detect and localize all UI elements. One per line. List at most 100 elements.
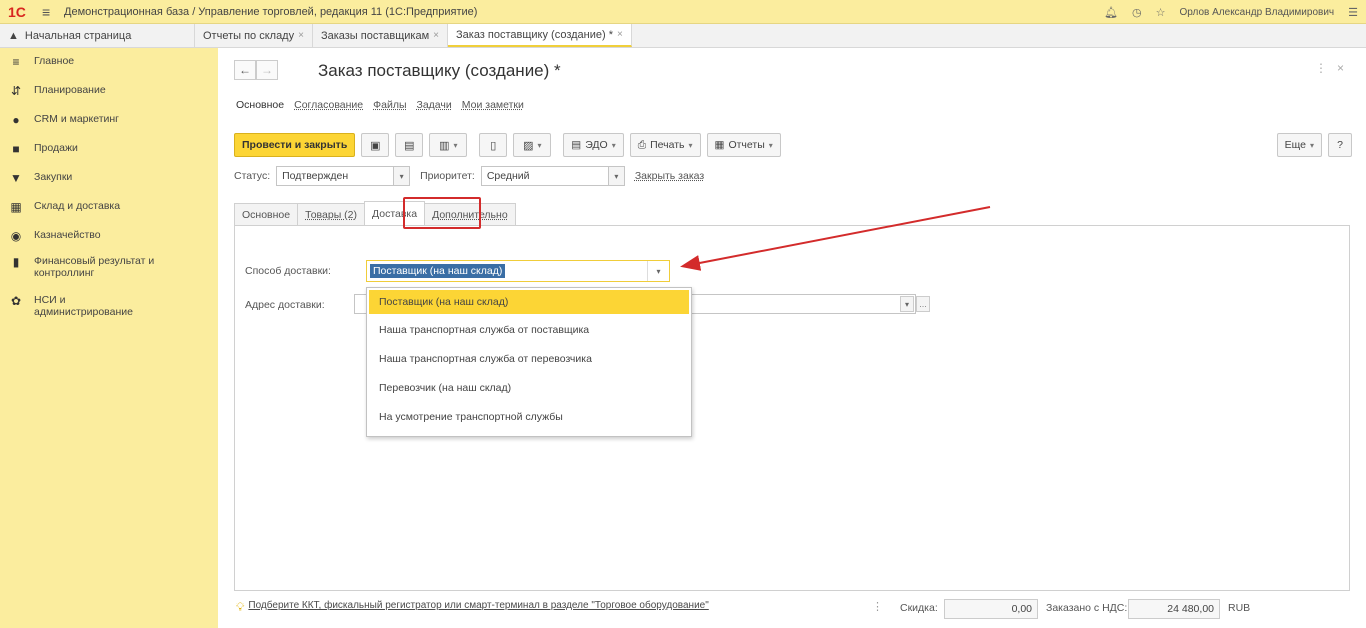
tab-main[interactable]: Основное — [234, 203, 299, 225]
sidebar-item-admin[interactable]: ✿ НСИ и администрирование — [0, 290, 218, 329]
more-label: Еще — [1284, 139, 1306, 151]
create-based-on-icon[interactable]: ▥ ▾ — [429, 133, 468, 157]
delivery-method-dropdown: Поставщик (на наш склад) Наша транспортн… — [366, 287, 692, 437]
close-icon[interactable]: × — [617, 29, 623, 40]
sales-icon: ■ — [12, 142, 20, 156]
post-and-close-button[interactable]: Провести и закрыть — [234, 133, 356, 157]
close-icon[interactable]: × — [433, 30, 439, 41]
printer-icon: ⎙ — [637, 138, 647, 151]
tab-supplier-orders[interactable]: Заказы поставщикам × — [313, 24, 448, 47]
delivery-method-field[interactable]: Поставщик (на наш склад) ▾ — [366, 260, 670, 282]
settings-icon: ✿ — [10, 294, 22, 308]
chevron-down-icon[interactable]: ▾ — [394, 166, 411, 186]
crm-icon: ● — [12, 113, 20, 127]
tab-label: Отчеты по складу — [203, 29, 295, 42]
form-footer: 💡︎ Подберите ККТ, фискальный регистратор… — [234, 594, 1350, 628]
sidebar-item-purchases[interactable]: ▼ Закупки — [0, 164, 218, 193]
title-bar-actions: 🔔︎ ◷ ☆ Орлов Александр Владимирович ☰ — [1104, 0, 1358, 24]
post-icon[interactable]: ▤ — [395, 133, 424, 157]
reports-label: Отчеты — [728, 139, 765, 151]
app-title: Демонстрационная база / Управление торго… — [64, 5, 478, 18]
status-row: Статус: Подтвержден ▾ Приоритет: Средний… — [234, 166, 704, 186]
page-title: Заказ поставщику (создание) * — [318, 61, 561, 80]
sidebar-item-main[interactable]: ≡ Главное — [0, 48, 218, 77]
help-button[interactable]: ? — [1328, 133, 1352, 157]
sections-sidebar: ≡ Главное ⇵ Планирование ● CRM и маркетинг … — [0, 48, 218, 628]
sidebar-item-warehouse[interactable]: ▦ Склад и доставка — [0, 193, 218, 222]
attach-icon[interactable]: ▨ ▾ — [513, 133, 552, 157]
chevron-down-icon[interactable]: ▾ — [608, 166, 625, 186]
section-notes[interactable]: Мои заметки — [462, 99, 524, 111]
tab-label: Заказы поставщикам — [320, 29, 430, 42]
chevron-down-icon[interactable]: ▾ — [647, 261, 669, 281]
dropdown-option[interactable]: На усмотрение транспортной службы — [367, 403, 691, 432]
save-icon[interactable]: ▣ — [361, 133, 390, 157]
tab-home-label: Начальная страница — [24, 29, 132, 42]
history-icon[interactable]: ◷ — [1132, 6, 1142, 19]
title-bar: 1С ≡ Демонстрационная база / Управление … — [0, 0, 1366, 24]
command-bar: Провести и закрыть ▣ ▤ ▥ ▾ ▯ ▨ ▾ ▤ ЭДО ▾ ⎙… — [234, 133, 781, 157]
sidebar-item-sales[interactable]: ■ Продажи — [0, 135, 218, 164]
home-icon: ▲ — [8, 29, 19, 42]
edo-button[interactable]: ▤ ЭДО ▾ — [563, 133, 624, 157]
delivery-method-label: Способ доставки: — [245, 265, 331, 277]
dropdown-option[interactable]: Наша транспортная служба от поставщика — [367, 316, 691, 345]
dropdown-option[interactable]: Перевозчик (на наш склад) — [367, 374, 691, 403]
delivery-address-label: Адрес доставки: — [245, 299, 325, 311]
chevron-down-icon[interactable]: ▾ — [900, 296, 914, 312]
status-label: Статус: — [234, 170, 271, 182]
tab-home[interactable]: ▲ Начальная страница — [0, 24, 195, 47]
section-tasks[interactable]: Задачи — [417, 99, 452, 111]
back-arrow-icon[interactable]: ← — [234, 60, 256, 80]
open-windows-tabbar: ▲ Начальная страница Отчеты по складу × … — [0, 24, 1366, 48]
delivery-method-value: Поставщик (на наш склад) — [370, 264, 506, 278]
forward-arrow-icon[interactable]: → — [256, 60, 278, 80]
discount-field: 0,00 — [944, 599, 1038, 619]
sidebar-item-label: НСИ и администрирование — [34, 294, 133, 318]
sidebar-item-crm[interactable]: ● CRM и маркетинг — [0, 106, 218, 135]
more-vertical-icon[interactable]: ⋮ — [872, 600, 883, 613]
close-order-link[interactable]: Закрыть заказ — [635, 170, 704, 182]
lightbulb-icon: 💡︎ — [236, 600, 245, 614]
tab-supplier-order-create[interactable]: Заказ поставщику (создание) * × — [448, 24, 632, 47]
settings-menu-icon[interactable]: ☰ — [1348, 6, 1358, 19]
tab-label: Заказ поставщику (создание) * — [456, 28, 614, 41]
tab-label: Товары (2) — [305, 208, 357, 221]
more-button[interactable]: Еще ▾ — [1276, 133, 1322, 157]
document-form: ← → Заказ поставщику (создание) * ⋮× Осн… — [218, 48, 1366, 628]
sidebar-item-finance[interactable]: ▮ Финансовый результат и контроллинг — [0, 251, 218, 290]
favorites-icon[interactable]: ☆ — [1156, 6, 1166, 19]
sidebar-item-planning[interactable]: ⇵ Планирование — [0, 77, 218, 106]
section-main[interactable]: Основное — [236, 99, 284, 111]
hint-link[interactable]: Подберите ККТ, фискальный регистратор ил… — [248, 600, 708, 615]
main-menu-icon[interactable]: ≡ — [42, 4, 64, 20]
section-files[interactable]: Файлы — [373, 99, 406, 111]
tab-goods[interactable]: Товары (2) — [297, 203, 365, 225]
more-vertical-icon[interactable]: ⋮ — [1315, 61, 1337, 75]
reports-button[interactable]: ▦ Отчеты ▾ — [706, 133, 781, 157]
tab-warehouse-reports[interactable]: Отчеты по складу × — [195, 24, 313, 47]
notifications-icon[interactable]: 🔔︎ — [1104, 6, 1118, 19]
status-field[interactable]: Подтвержден — [276, 166, 395, 186]
dropdown-option[interactable]: Поставщик (на наш склад) — [369, 290, 689, 314]
ellipsis-icon[interactable]: … — [916, 296, 930, 312]
print-button[interactable]: ⎙ Печать ▾ — [629, 133, 701, 157]
menu-icon: ≡ — [12, 55, 20, 69]
discount-label: Скидка: — [900, 602, 938, 614]
close-icon[interactable]: × — [1337, 61, 1354, 75]
purchases-icon: ▼ — [10, 171, 22, 185]
section-approval[interactable]: Согласование — [294, 99, 363, 111]
user-name[interactable]: Орлов Александр Владимирович — [1180, 7, 1335, 18]
nav-buttons: ← → — [234, 60, 278, 80]
sidebar-item-treasury[interactable]: ◉ Казначейство — [0, 222, 218, 251]
sidebar-item-label: Продажи — [34, 142, 78, 154]
structure-icon[interactable]: ▯ — [479, 133, 508, 157]
priority-label: Приоритет: — [420, 170, 475, 182]
sidebar-item-label: Закупки — [34, 171, 73, 183]
close-icon[interactable]: × — [298, 30, 304, 41]
priority-field[interactable]: Средний — [480, 166, 609, 186]
tab-label: Основное — [242, 208, 291, 221]
command-bar-right: Еще ▾ ? — [1276, 133, 1352, 157]
dropdown-option[interactable]: Наша транспортная служба от перевозчика — [367, 345, 691, 374]
edo-icon: ▤ — [571, 139, 582, 151]
